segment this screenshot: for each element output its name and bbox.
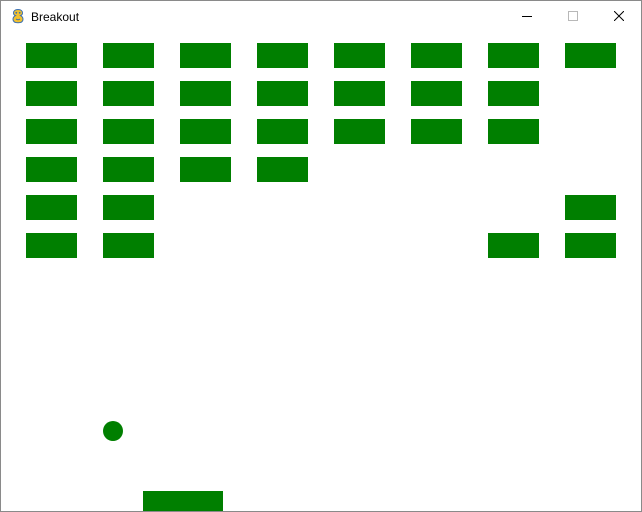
brick [26, 81, 77, 106]
ball [103, 421, 123, 441]
brick [334, 81, 385, 106]
brick [565, 233, 616, 258]
minimize-icon [522, 16, 532, 17]
brick [103, 157, 154, 182]
minimize-button[interactable] [504, 1, 550, 31]
brick [488, 119, 539, 144]
brick [26, 233, 77, 258]
brick [180, 43, 231, 68]
brick [103, 81, 154, 106]
brick [180, 119, 231, 144]
brick [26, 195, 77, 220]
brick [26, 43, 77, 68]
brick [411, 43, 462, 68]
window-title: Breakout [31, 10, 80, 24]
brick [257, 43, 308, 68]
brick [488, 43, 539, 68]
brick [180, 157, 231, 182]
game-playfield[interactable] [1, 32, 641, 511]
title-bar[interactable]: Breakout [1, 1, 641, 32]
maximize-button[interactable] [550, 1, 596, 31]
brick [103, 43, 154, 68]
brick [103, 233, 154, 258]
brick [103, 119, 154, 144]
brick [257, 157, 308, 182]
brick [565, 195, 616, 220]
brick [488, 233, 539, 258]
brick [411, 119, 462, 144]
brick [26, 119, 77, 144]
brick [334, 119, 385, 144]
brick [411, 81, 462, 106]
close-icon [614, 11, 624, 21]
brick [334, 43, 385, 68]
brick [180, 81, 231, 106]
brick [103, 195, 154, 220]
brick [26, 157, 77, 182]
brick [565, 43, 616, 68]
brick [257, 81, 308, 106]
brick [488, 81, 539, 106]
close-button[interactable] [596, 1, 641, 31]
maximize-icon [568, 11, 578, 21]
paddle[interactable] [143, 491, 223, 511]
brick [257, 119, 308, 144]
pygame-snake-icon [12, 8, 24, 24]
game-window: Breakout [0, 0, 642, 512]
